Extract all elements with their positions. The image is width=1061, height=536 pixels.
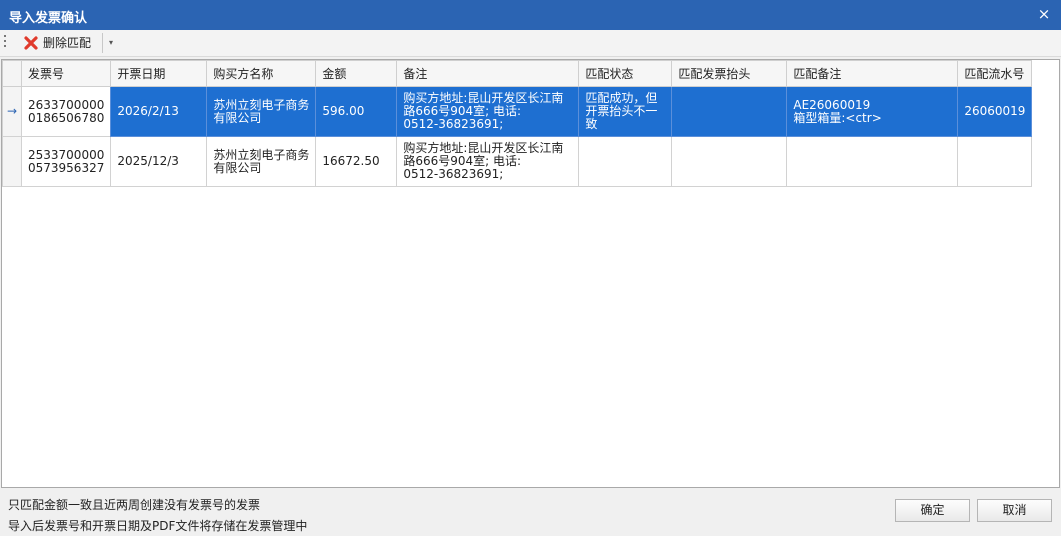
toolbar-dropdown-icon[interactable]: ▾ bbox=[104, 33, 118, 53]
cell-buyer[interactable]: 苏州立刻电子商务 有限公司 bbox=[206, 136, 317, 187]
col-header-serial[interactable]: 匹配流水号 bbox=[957, 60, 1033, 87]
window-title: 导入发票确认 bbox=[9, 11, 88, 26]
header-row: 发票号 开票日期 购买方名称 金额 备注 匹配状态 匹配发票抬头 匹配备注 匹配… bbox=[2, 60, 1033, 87]
col-header-invoice-no[interactable]: 发票号 bbox=[20, 60, 112, 87]
cell-serial[interactable]: 26060019 bbox=[957, 86, 1033, 137]
cell-text: 0512-36823691; bbox=[403, 167, 504, 181]
footer-note-2: 导入后发票号和开票日期及PDF文件将存储在发票管理中 bbox=[8, 519, 308, 533]
table-row[interactable]: 2533700000 0573956327 2025/12/3 苏州立刻电子商务有… bbox=[2, 136, 1033, 187]
col-header-match-status[interactable]: 匹配状态 bbox=[578, 60, 673, 87]
cell-match-title[interactable] bbox=[671, 86, 788, 137]
confirm-button[interactable]: 确定 bbox=[895, 499, 970, 522]
cell-match-remark[interactable] bbox=[786, 136, 959, 187]
cell-match-status[interactable] bbox=[578, 136, 673, 187]
cell-text: 有限公司 bbox=[213, 160, 262, 175]
col-header-match-remark[interactable]: 匹配备注 bbox=[786, 60, 959, 87]
cell-invoice-no[interactable]: 2633700000 0186506780 bbox=[20, 86, 112, 137]
cell-match-status[interactable]: 匹配成功，但 开票抬头不一致 bbox=[578, 86, 673, 137]
table-row[interactable]: → 2633700000 0186506780 2026/2/13 苏州立刻电子商… bbox=[2, 86, 1033, 137]
cell-amount[interactable]: 596.00 bbox=[315, 86, 398, 137]
col-header-buyer[interactable]: 购买方名称 bbox=[206, 60, 317, 87]
col-header-date[interactable]: 开票日期 bbox=[110, 60, 208, 87]
row-indicator-arrow-icon: → bbox=[2, 86, 22, 137]
col-header-remark[interactable]: 备注 bbox=[396, 60, 580, 87]
footer-note-1: 只匹配金额一致且近两周创建没有发票号的发票 bbox=[8, 498, 261, 512]
cell-match-title[interactable] bbox=[671, 136, 788, 187]
invoice-table: 发票号 开票日期 购买方名称 金额 备注 匹配状态 匹配发票抬头 匹配备注 匹配… bbox=[2, 60, 1033, 187]
toolbar-grip-icon[interactable] bbox=[4, 35, 7, 49]
row-indicator-header bbox=[2, 60, 22, 87]
row-indicator bbox=[2, 136, 22, 187]
cell-buyer[interactable]: 苏州立刻电子商务 有限公司 bbox=[206, 86, 317, 137]
cell-text: 0573956327 bbox=[28, 160, 105, 175]
cell-text: 致 bbox=[585, 117, 598, 131]
cell-remark[interactable]: 购买方地址:昆山开发区长江南 路666号904室; 电话: 0512-3682369… bbox=[396, 136, 580, 187]
cell-amount[interactable]: 16672.50 bbox=[315, 136, 398, 187]
cell-text: 2533700000 bbox=[28, 147, 105, 162]
cell-text: 2633700000 bbox=[28, 97, 105, 112]
col-header-amount[interactable]: 金额 bbox=[315, 60, 398, 87]
delete-x-icon bbox=[24, 35, 38, 50]
delete-match-label: 删除匹配 bbox=[43, 36, 92, 50]
cell-remark[interactable]: 购买方地址:昆山开发区长江南 路666号904室; 电话: 0512-3682369… bbox=[396, 86, 580, 137]
title-bar: 导入发票确认 × bbox=[0, 0, 1061, 30]
toolbar: 删除匹配 ▾ bbox=[0, 30, 1061, 57]
cell-text: 0512-36823691; bbox=[403, 117, 504, 131]
cell-serial[interactable] bbox=[957, 136, 1033, 187]
col-header-match-title[interactable]: 匹配发票抬头 bbox=[671, 60, 788, 87]
cell-text: 开票抬头不一 bbox=[585, 104, 658, 118]
cell-text: AE26060019 bbox=[793, 97, 871, 112]
cell-text: 0186506780 bbox=[28, 110, 105, 125]
toolbar-separator bbox=[102, 33, 103, 53]
cell-date[interactable]: 2026/2/13 bbox=[110, 86, 208, 137]
cell-invoice-no[interactable]: 2533700000 0573956327 bbox=[20, 136, 112, 187]
cell-text: 苏州立刻电子商务 bbox=[213, 147, 310, 162]
cell-date[interactable]: 2025/12/3 bbox=[110, 136, 208, 187]
cell-text: 箱型箱量:<ctr> bbox=[793, 110, 882, 125]
cell-match-remark[interactable]: AE26060019 箱型箱量:<ctr> bbox=[786, 86, 959, 137]
close-icon[interactable]: × bbox=[1033, 4, 1055, 24]
cell-text: 苏州立刻电子商务 bbox=[213, 97, 310, 112]
delete-match-button[interactable]: 删除匹配 bbox=[21, 32, 99, 53]
cancel-button[interactable]: 取消 bbox=[977, 499, 1052, 522]
invoice-grid[interactable]: 发票号 开票日期 购买方名称 金额 备注 匹配状态 匹配发票抬头 匹配备注 匹配… bbox=[1, 59, 1060, 488]
cell-text: 有限公司 bbox=[213, 110, 262, 125]
